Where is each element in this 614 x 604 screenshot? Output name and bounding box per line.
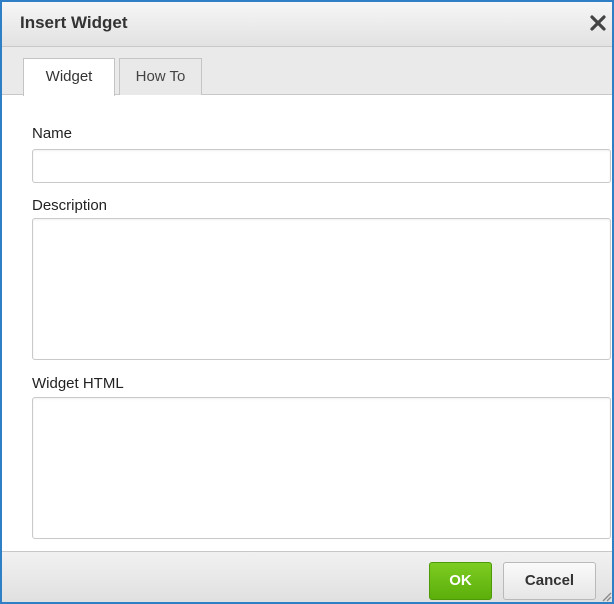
widget-html-textarea[interactable]: [32, 397, 611, 539]
resize-handle-icon[interactable]: [600, 589, 612, 602]
tab-bar: Widget How To: [2, 47, 612, 96]
tab-widget-label: Widget: [45, 68, 93, 85]
dialog-footer: OK Cancel: [2, 551, 612, 602]
tab-how-to-label: How To: [135, 68, 186, 85]
name-label: Name: [32, 125, 73, 142]
cancel-button-label: Cancel: [524, 572, 575, 589]
dialog-titlebar: Insert Widget: [2, 2, 612, 47]
dialog-title: Insert Widget: [20, 13, 128, 32]
ok-button[interactable]: OK: [429, 562, 492, 600]
tab-how-to[interactable]: How To: [119, 58, 202, 95]
widget-html-label: Widget HTML: [32, 375, 124, 392]
description-label: Description: [32, 197, 108, 214]
insert-widget-dialog: Insert Widget Widget How To Name Descrip…: [0, 0, 614, 604]
name-input[interactable]: [32, 149, 611, 183]
ok-button-label: OK: [449, 572, 472, 589]
tab-widget[interactable]: Widget: [23, 58, 115, 96]
description-textarea[interactable]: [32, 218, 611, 360]
cancel-button[interactable]: Cancel: [503, 562, 596, 600]
close-icon[interactable]: [587, 12, 609, 34]
